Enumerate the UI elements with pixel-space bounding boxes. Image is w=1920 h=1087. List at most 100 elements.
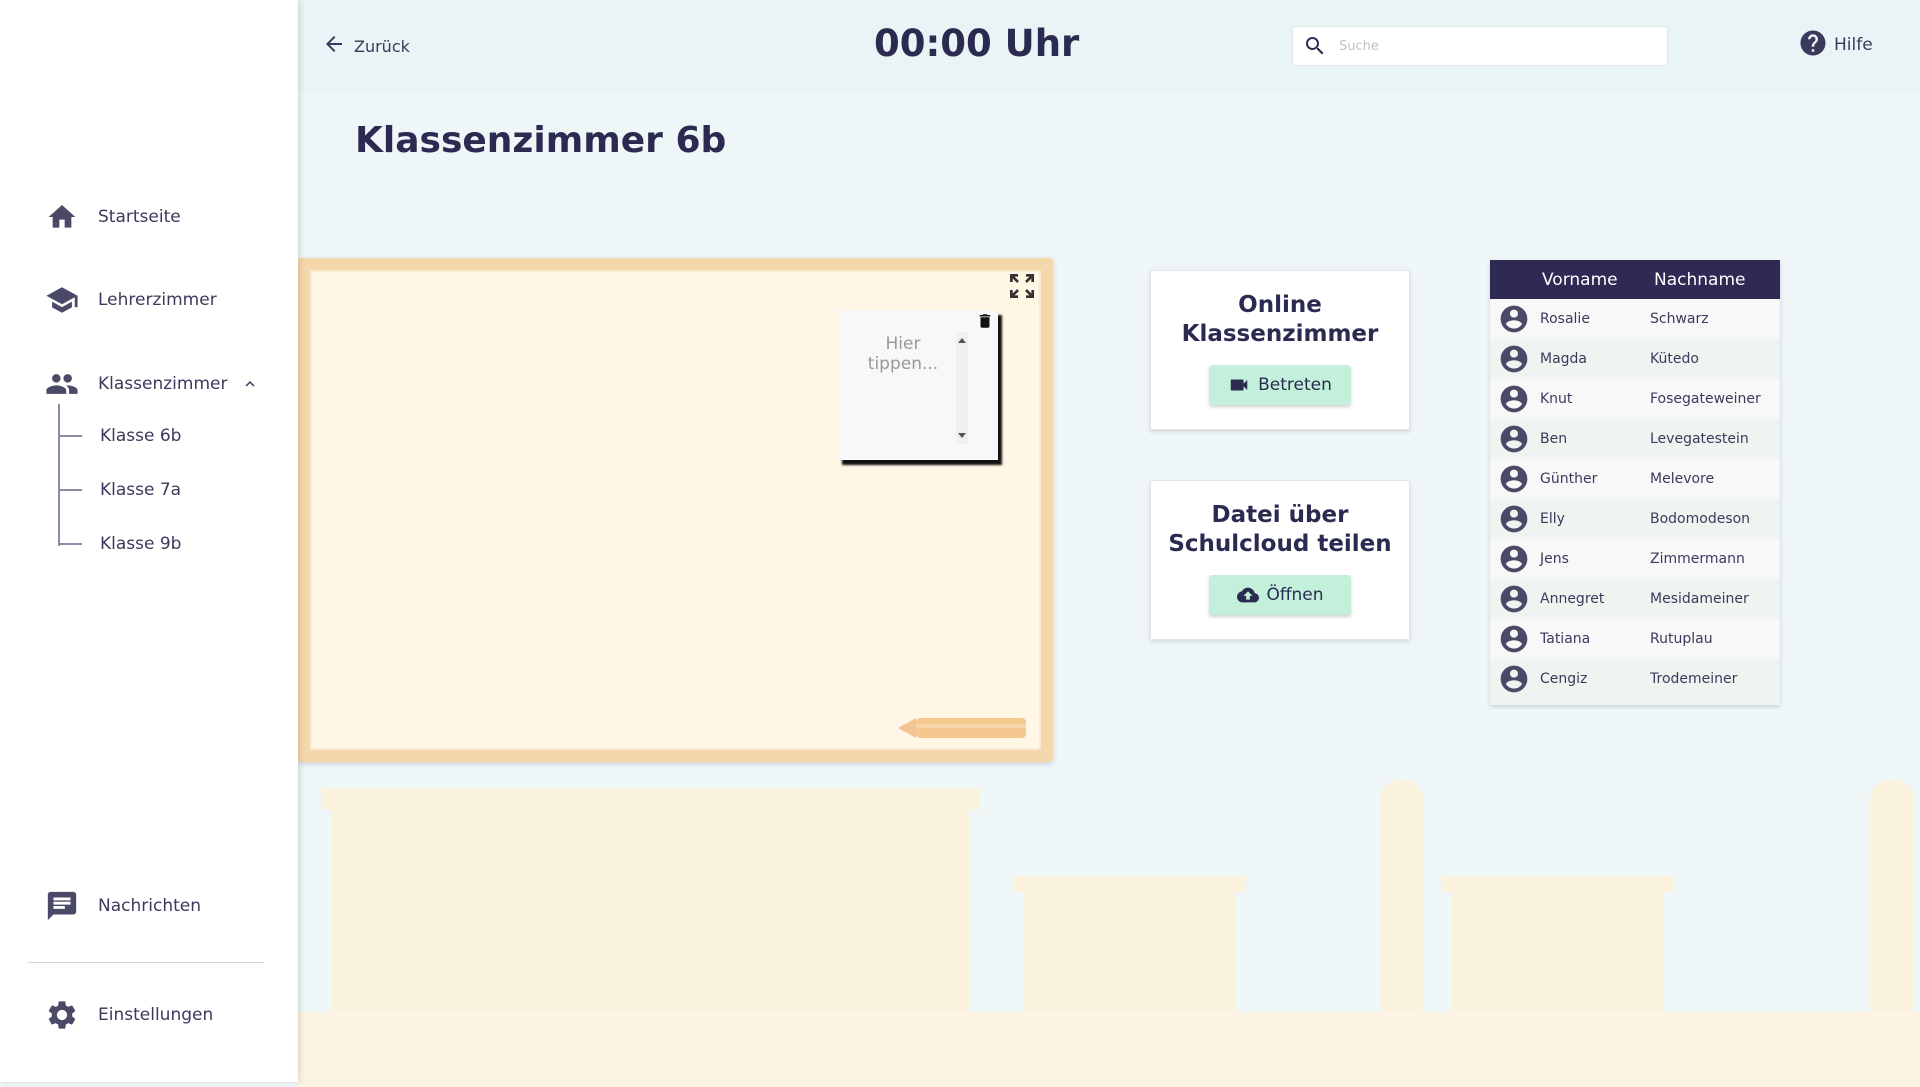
table-row[interactable]: Günther Melevore [1490, 459, 1780, 499]
sidebar-item-label: Lehrerzimmer [98, 290, 217, 310]
tree-branch [58, 435, 82, 437]
table-footer [1490, 699, 1780, 705]
lastname-cell: Levegatestein [1650, 431, 1749, 447]
tree-branch [58, 543, 82, 545]
student-desk-body [1024, 890, 1236, 1014]
group-icon [44, 366, 80, 402]
table-row[interactable]: Jens Zimmermann [1490, 539, 1780, 579]
table-row[interactable]: Magda Kütedo [1490, 339, 1780, 379]
chevron-up-icon[interactable] [241, 375, 259, 393]
note-text-input[interactable] [848, 334, 958, 434]
firstname-cell: Magda [1540, 351, 1588, 367]
sidebar-item-nachrichten[interactable]: Nachrichten [44, 888, 201, 924]
teacher-desk-top [322, 788, 980, 810]
firstname-cell: Knut [1540, 391, 1573, 407]
table-row[interactable]: Annegret Mesidameiner [1490, 579, 1780, 619]
classroom-floor [298, 1012, 1920, 1087]
avatar-icon [1498, 543, 1530, 575]
sidebar-item-startseite[interactable]: Startseite [44, 199, 181, 235]
search-input[interactable] [1339, 38, 1639, 54]
note-scrollbar[interactable] [956, 332, 968, 444]
sidebar-subitem-klasse-7a[interactable]: Klasse 7a [58, 480, 181, 500]
table-row[interactable]: Tatiana Rutuplau [1490, 619, 1780, 659]
online-classroom-card: Online Klassenzimmer Betreten [1150, 270, 1410, 430]
share-file-card: Datei über Schulcloud teilen Öffnen [1150, 480, 1410, 640]
card-title: Datei über Schulcloud teilen [1168, 502, 1392, 557]
card-title: Online Klassenzimmer [1181, 292, 1379, 347]
gear-icon [44, 997, 80, 1033]
student-roster-table: Vorname Nachname Rosalie Schwarz Magda Küte… [1490, 260, 1780, 705]
avatar-icon [1498, 303, 1530, 335]
open-button[interactable]: Öffnen [1209, 575, 1351, 615]
sidebar-item-einstellungen[interactable]: Einstellungen [44, 997, 213, 1033]
graduation-cap-icon [44, 282, 80, 318]
sidebar-item-label: Einstellungen [98, 1005, 214, 1025]
table-row[interactable]: Ben Levegatestein [1490, 419, 1780, 459]
avatar-icon [1498, 463, 1530, 495]
firstname-cell: Günther [1540, 471, 1598, 487]
help-icon [1798, 28, 1828, 62]
cloud-upload-icon [1236, 584, 1260, 606]
video-camera-icon [1228, 374, 1250, 396]
avatar-icon [1498, 663, 1530, 695]
avatar-icon [1498, 383, 1530, 415]
fullscreen-icon[interactable] [1006, 270, 1038, 302]
message-icon [44, 888, 80, 924]
column-header-firstname: Vorname [1542, 269, 1618, 290]
table-row[interactable]: Rosalie Schwarz [1490, 299, 1780, 339]
scroll-down-arrow-icon[interactable] [958, 433, 966, 438]
avatar-icon [1498, 423, 1530, 455]
sidebar-item-klassenzimmer[interactable]: Klassenzimmer [44, 366, 259, 402]
lastname-cell: Fosegateweiner [1650, 391, 1761, 407]
help-button[interactable]: Hilfe [1798, 28, 1873, 62]
sticky-note[interactable] [838, 310, 998, 460]
firstname-cell: Jens [1540, 551, 1569, 567]
open-button-label: Öffnen [1266, 585, 1324, 605]
sidebar-subitem-label: Klasse 9b [100, 534, 182, 554]
sidebar-subitem-klasse-6b[interactable]: Klasse 6b [58, 426, 181, 446]
join-button[interactable]: Betreten [1209, 365, 1351, 405]
clock-display: 00:00 Uhr [874, 22, 1080, 65]
search-box[interactable] [1292, 26, 1668, 66]
help-label: Hilfe [1834, 35, 1873, 55]
sidebar-item-label: Klassenzimmer [98, 374, 228, 394]
avatar-icon [1498, 623, 1530, 655]
sidebar-subitem-label: Klasse 7a [100, 480, 182, 500]
page-title: Klassenzimmer 6b [355, 120, 727, 161]
trash-icon[interactable] [976, 312, 994, 330]
lastname-cell: Mesidameiner [1650, 591, 1749, 607]
column-header-lastname: Nachname [1654, 269, 1746, 290]
arrow-left-icon [322, 32, 346, 60]
firstname-cell: Tatiana [1540, 631, 1591, 647]
table-row[interactable]: Cengiz Trodemeiner [1490, 659, 1780, 699]
lastname-cell: Zimmermann [1650, 551, 1745, 567]
back-button[interactable]: Zurück [322, 32, 410, 60]
pencil-icon [898, 714, 1028, 742]
sidebar-divider [28, 962, 264, 963]
search-icon [1303, 34, 1327, 58]
lastname-cell: Trodemeiner [1650, 671, 1738, 687]
lastname-cell: Schwarz [1650, 311, 1709, 327]
sidebar-item-lehrerzimmer[interactable]: Lehrerzimmer [44, 282, 217, 318]
lastname-cell: Bodomodeson [1650, 511, 1751, 527]
teacher-desk-body [332, 808, 970, 1014]
join-button-label: Betreten [1258, 375, 1332, 395]
firstname-cell: Rosalie [1540, 311, 1590, 327]
avatar-icon [1498, 503, 1530, 535]
avatar-icon [1498, 583, 1530, 615]
sidebar-subitem-klasse-9b[interactable]: Klasse 9b [58, 534, 181, 554]
sidebar: Startseite Lehrerzimmer Klassenzimmer Kl… [0, 0, 298, 1082]
chair-back [1870, 780, 1914, 1012]
sidebar-item-label: Startseite [98, 207, 181, 227]
home-icon [44, 199, 80, 235]
avatar-icon [1498, 343, 1530, 375]
table-row[interactable]: Knut Fosegateweiner [1490, 379, 1780, 419]
table-row[interactable]: Elly Bodomodeson [1490, 499, 1780, 539]
lastname-cell: Melevore [1650, 471, 1715, 487]
scroll-up-arrow-icon[interactable] [958, 338, 966, 343]
back-label: Zurück [354, 36, 410, 56]
firstname-cell: Ben [1540, 431, 1568, 447]
sidebar-subitem-label: Klasse 6b [100, 426, 182, 446]
firstname-cell: Annegret [1540, 591, 1605, 607]
tree-branch [58, 489, 82, 491]
